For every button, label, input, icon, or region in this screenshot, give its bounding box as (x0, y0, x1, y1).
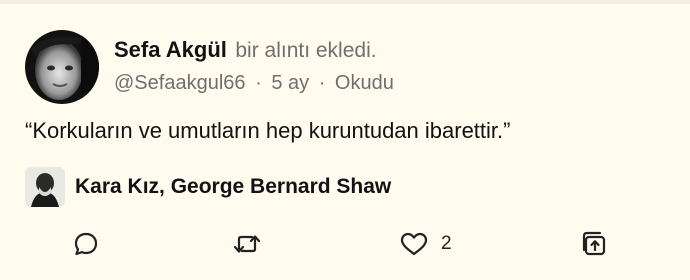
time-ago: 5 ay (271, 72, 310, 94)
book-cover (25, 167, 65, 207)
like-button[interactable]: 2 (399, 230, 452, 258)
book-title[interactable]: Kara Kız, George Bernard Shaw (75, 175, 391, 199)
name-row: Sefa Akgül bir alıntı ekledi. (114, 37, 377, 63)
quote-text: “Korkuların ve umutların hep kuruntudan … (25, 118, 511, 143)
meta-row: @Sefaakgul66 · 5 ay · Okudu (114, 70, 394, 96)
user-name[interactable]: Sefa Akgül (114, 37, 227, 62)
top-divider (0, 0, 690, 4)
reading-status: Okudu (334, 72, 394, 94)
heart-icon (400, 232, 428, 256)
action-text: bir alıntı ekledi. (235, 39, 377, 62)
like-count: 2 (441, 233, 452, 254)
comment-icon (74, 232, 98, 256)
separator: · (255, 72, 262, 94)
post-card: Sefa Akgül bir alıntı ekledi. @Sefaakgul… (0, 0, 690, 280)
action-bar: 2 (0, 224, 690, 264)
repost-icon (233, 235, 261, 253)
book-link[interactable]: Kara Kız, George Bernard Shaw (25, 166, 391, 208)
separator: · (318, 72, 326, 94)
user-handle[interactable]: @Sefaakgul66 (114, 72, 246, 94)
share-icon (582, 231, 606, 256)
repost-button[interactable] (232, 230, 262, 258)
share-button[interactable] (580, 230, 608, 258)
avatar[interactable] (25, 30, 99, 104)
comment-button[interactable] (72, 230, 100, 258)
